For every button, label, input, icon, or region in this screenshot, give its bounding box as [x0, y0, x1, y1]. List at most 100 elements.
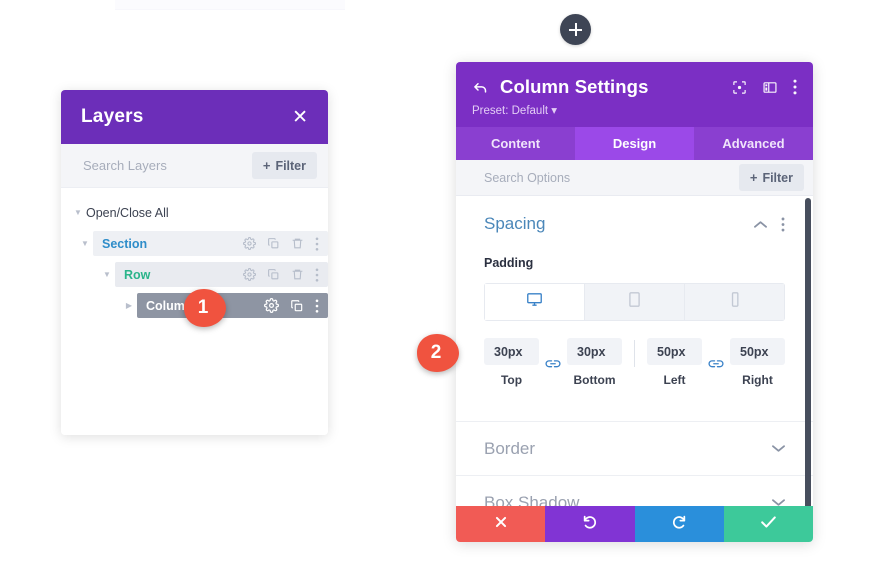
- callout-marker-1: 1: [182, 288, 238, 328]
- layer-row-row[interactable]: ▼ Row: [99, 262, 328, 287]
- preset-selector[interactable]: Preset: Default ▾: [472, 103, 797, 117]
- padding-top-cell: 30px Top: [484, 338, 539, 387]
- search-options-input[interactable]: Search Options: [484, 171, 570, 185]
- more-vertical-icon[interactable]: [315, 267, 319, 282]
- chevron-down-icon[interactable]: [772, 498, 785, 506]
- options-filter-button[interactable]: + Filter: [738, 164, 804, 191]
- duplicate-icon[interactable]: [267, 237, 280, 250]
- tab-content[interactable]: Content: [456, 127, 575, 160]
- layer-label-row: Row: [124, 267, 151, 282]
- page-title: Column Settings: [500, 76, 649, 97]
- undo-button[interactable]: [545, 506, 635, 542]
- layer-label-section: Section: [102, 236, 148, 251]
- device-tab-phone[interactable]: [685, 283, 785, 321]
- layers-panel-title: Layers: [81, 106, 144, 127]
- layers-search-bar: Search Layers + Filter: [61, 144, 328, 188]
- more-vertical-icon[interactable]: [781, 217, 785, 232]
- padding-left-caption: Left: [663, 373, 686, 387]
- padding-left-cell: 50px Left: [647, 338, 702, 387]
- screen-root: Layers ✕ Search Layers + Filter ▼ Open/C…: [0, 0, 880, 575]
- padding-right-cell: 50px Right: [730, 338, 785, 387]
- cancel-button[interactable]: [456, 506, 546, 542]
- link-sync-icon[interactable]: [702, 358, 730, 371]
- caret-down-icon[interactable]: ▼: [99, 270, 115, 279]
- padding-top-input[interactable]: 30px: [484, 338, 539, 365]
- padding-bottom-caption: Bottom: [573, 373, 616, 387]
- layers-filter-label: Filter: [275, 158, 306, 173]
- layers-filter-button[interactable]: + Filter: [251, 152, 317, 179]
- settings-search-bar: Search Options + Filter: [456, 160, 813, 196]
- section-box-shadow[interactable]: Box Shadow: [456, 475, 813, 506]
- gear-icon[interactable]: [243, 237, 256, 250]
- chevron-up-icon[interactable]: [754, 220, 767, 229]
- add-section-button[interactable]: [560, 14, 591, 45]
- device-breakpoint-tabs: [484, 283, 785, 321]
- layers-panel-header: Layers ✕: [61, 90, 328, 144]
- section-border[interactable]: Border: [456, 421, 813, 475]
- undo-icon: [582, 514, 598, 535]
- padding-bottom-input[interactable]: 30px: [567, 338, 622, 365]
- padding-divider: [634, 340, 635, 367]
- panel-scrollbar[interactable]: [805, 198, 811, 506]
- search-layers-input[interactable]: Search Layers: [83, 158, 167, 173]
- callout-marker-2: 2: [415, 333, 471, 373]
- save-button[interactable]: [723, 506, 813, 542]
- padding-right-caption: Right: [742, 373, 773, 387]
- settings-footer: [456, 506, 813, 542]
- callout-number-1: 1: [197, 297, 209, 318]
- open-close-all-row[interactable]: ▼ Open/Close All: [61, 200, 328, 225]
- device-tab-desktop[interactable]: [484, 283, 585, 321]
- preset-label: Preset: Default: [472, 105, 549, 117]
- padding-right-input[interactable]: 50px: [730, 338, 785, 365]
- layers-panel: Layers ✕ Search Layers + Filter ▼ Open/C…: [61, 90, 328, 435]
- tablet-icon: [627, 291, 642, 313]
- table-row[interactable]: Section: [93, 231, 328, 256]
- table-row[interactable]: Row: [115, 262, 328, 287]
- back-arrow-icon[interactable]: [472, 80, 489, 95]
- gear-icon[interactable]: [264, 298, 279, 313]
- phone-icon: [729, 291, 741, 313]
- trash-icon[interactable]: [291, 268, 304, 281]
- layout-view-icon[interactable]: [762, 80, 778, 95]
- duplicate-icon[interactable]: [267, 268, 280, 281]
- device-tab-tablet[interactable]: [585, 283, 685, 321]
- section-spacing: Spacing Padding 30px Top 30px Bottom 50p…: [456, 196, 813, 387]
- section-title-spacing[interactable]: Spacing: [484, 214, 754, 234]
- more-vertical-icon[interactable]: [315, 236, 319, 251]
- close-icon[interactable]: ✕: [292, 108, 308, 127]
- plus-icon: +: [749, 170, 758, 185]
- more-vertical-icon[interactable]: [793, 79, 797, 95]
- padding-horizontal-group: 50px Left 50px Right: [647, 338, 785, 387]
- callout-number-2: 2: [430, 342, 442, 363]
- duplicate-icon[interactable]: [290, 299, 304, 313]
- padding-label: Padding: [484, 256, 534, 270]
- padding-left-input[interactable]: 50px: [647, 338, 702, 365]
- background-remnant-strip: [115, 0, 345, 10]
- gear-icon[interactable]: [243, 268, 256, 281]
- padding-values-row: 30px Top 30px Bottom 50px Left 50px Righ…: [484, 338, 785, 387]
- caret-down-icon[interactable]: ▼: [77, 239, 93, 248]
- tab-design[interactable]: Design: [575, 127, 694, 160]
- section-title-border: Border: [484, 438, 536, 458]
- padding-top-caption: Top: [500, 373, 523, 387]
- caret-down-icon[interactable]: ▼: [70, 208, 86, 217]
- redo-button[interactable]: [634, 506, 724, 542]
- layer-row-section[interactable]: ▼ Section: [77, 231, 328, 256]
- fullscreen-icon[interactable]: [732, 80, 747, 95]
- tab-advanced[interactable]: Advanced: [694, 127, 813, 160]
- link-sync-icon[interactable]: [539, 358, 567, 371]
- x-icon: [494, 515, 508, 534]
- more-vertical-icon[interactable]: [315, 298, 319, 313]
- trash-icon[interactable]: [291, 237, 304, 250]
- redo-icon: [671, 514, 687, 535]
- settings-tabs: Content Design Advanced: [456, 127, 813, 160]
- check-icon: [760, 515, 777, 534]
- caret-right-icon[interactable]: ▶: [121, 301, 137, 310]
- open-close-all-label: Open/Close All: [86, 205, 169, 220]
- plus-icon: +: [262, 158, 271, 173]
- desktop-icon: [526, 291, 543, 313]
- section-title-box-shadow: Box Shadow: [484, 492, 580, 507]
- chevron-down-icon[interactable]: [772, 444, 785, 453]
- plus-icon: [569, 23, 582, 36]
- settings-panel-header: Column Settings Preset: Default ▾: [456, 62, 813, 127]
